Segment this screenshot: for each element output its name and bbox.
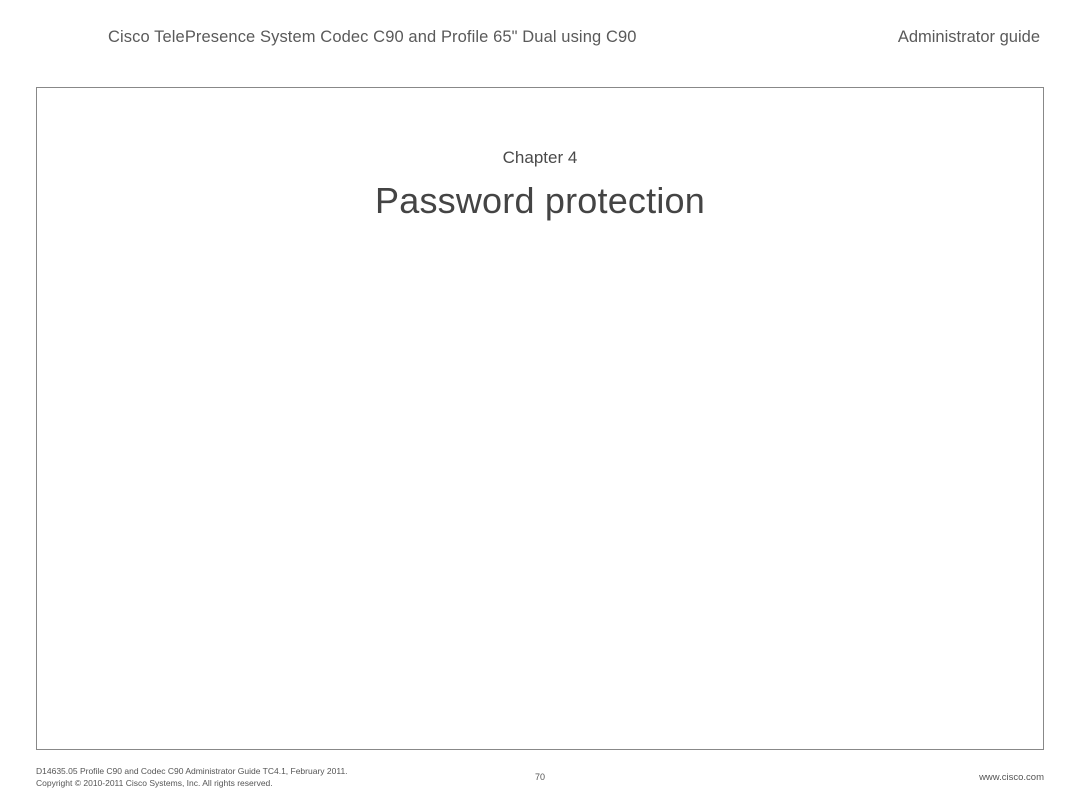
product-title: Cisco TelePresence System Codec C90 and … xyxy=(108,28,637,47)
footer-left: D14635.05 Profile C90 and Codec C90 Admi… xyxy=(36,766,348,789)
page-header: Cisco TelePresence System Codec C90 and … xyxy=(0,0,1080,47)
page-footer: D14635.05 Profile C90 and Codec C90 Admi… xyxy=(36,766,1044,789)
page-number: 70 xyxy=(535,771,545,783)
document-id: D14635.05 Profile C90 and Codec C90 Admi… xyxy=(36,766,348,777)
document-type: Administrator guide xyxy=(898,28,1044,47)
content-frame: Chapter 4 Password protection xyxy=(36,87,1044,750)
copyright: Copyright © 2010-2011 Cisco Systems, Inc… xyxy=(36,778,348,789)
footer-url: www.cisco.com xyxy=(979,772,1044,789)
chapter-label: Chapter 4 xyxy=(37,148,1043,168)
chapter-title: Password protection xyxy=(37,180,1043,222)
